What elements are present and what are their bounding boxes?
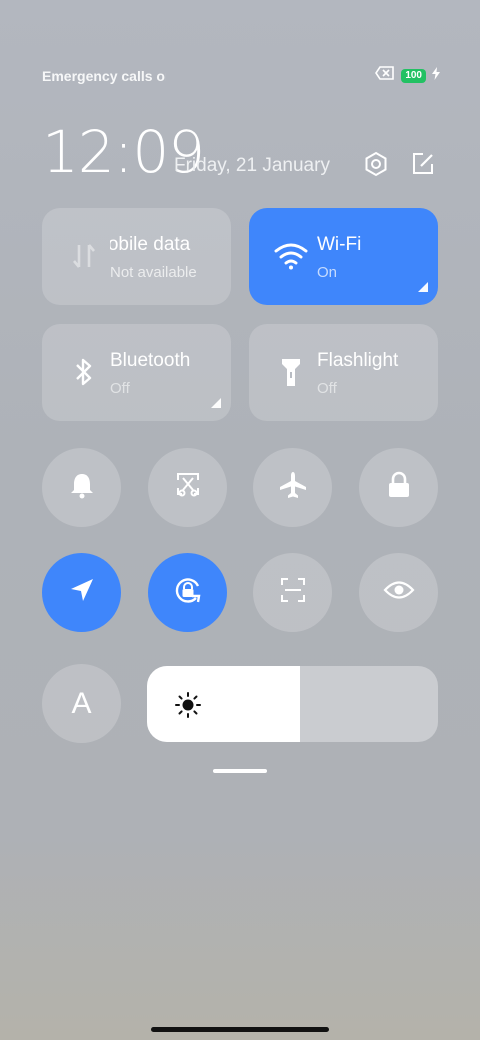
mobile-data-text: Mobile data Not available (110, 228, 231, 298)
toggle-location[interactable] (42, 553, 121, 632)
brightness-slider[interactable] (147, 666, 438, 742)
tile-wifi-status: On (317, 264, 338, 281)
bell-icon (68, 471, 96, 504)
lock-icon (386, 471, 412, 504)
panel-drag-handle[interactable] (213, 769, 267, 773)
wifi-icon (273, 238, 309, 274)
edit-icon[interactable] (408, 149, 438, 179)
no-sim-icon (375, 66, 395, 85)
brightness-fill (147, 666, 300, 742)
scanner-icon (279, 576, 307, 609)
tile-mobile-data-status: Not available (110, 264, 197, 281)
tile-bluetooth-label: Bluetooth (110, 350, 191, 371)
toggle-screenshot[interactable] (148, 448, 227, 527)
toggle-silent[interactable] (42, 448, 121, 527)
home-indicator[interactable] (151, 1027, 329, 1032)
tile-flashlight-label: Flashlight (317, 350, 399, 371)
tile-bluetooth-status: Off (110, 380, 130, 397)
mobile-data-icon (66, 238, 102, 274)
toggle-reading-mode[interactable] (359, 553, 438, 632)
toggle-lock[interactable] (359, 448, 438, 527)
flashlight-icon (273, 354, 309, 390)
toggle-scanner[interactable] (253, 553, 332, 632)
bluetooth-icon (66, 354, 102, 390)
screenshot-icon (174, 471, 202, 504)
auto-brightness-button[interactable]: A (42, 664, 121, 743)
status-icons: 100 (375, 66, 440, 85)
charging-bolt-icon (432, 66, 440, 85)
toggle-airplane[interactable] (253, 448, 332, 527)
expand-corner-icon[interactable] (211, 398, 221, 408)
tile-flashlight-status: Off (317, 380, 337, 397)
airplane-icon (278, 470, 308, 505)
auto-brightness-label: A (71, 686, 92, 720)
toggle-rotation-lock[interactable] (148, 553, 227, 632)
tile-wifi[interactable]: Wi-Fi On (249, 208, 438, 305)
status-carrier-text: Emergency calls only (42, 68, 166, 84)
battery-icon: 100 (401, 68, 426, 83)
tile-mobile-data[interactable]: Mobile data Not available (42, 208, 231, 305)
rotation-lock-icon (172, 574, 204, 611)
tile-wifi-label: Wi-Fi (317, 234, 362, 255)
tile-flashlight[interactable]: Flashlight Off (249, 324, 438, 421)
sun-icon (174, 691, 202, 724)
date: Friday, 21 January (174, 155, 330, 176)
location-icon (68, 576, 96, 609)
tile-bluetooth[interactable]: Bluetooth Off (42, 324, 231, 421)
expand-corner-icon[interactable] (418, 282, 428, 292)
settings-icon[interactable] (361, 149, 391, 179)
eye-icon (382, 579, 415, 606)
tile-mobile-data-label: Mobile data (110, 234, 191, 255)
